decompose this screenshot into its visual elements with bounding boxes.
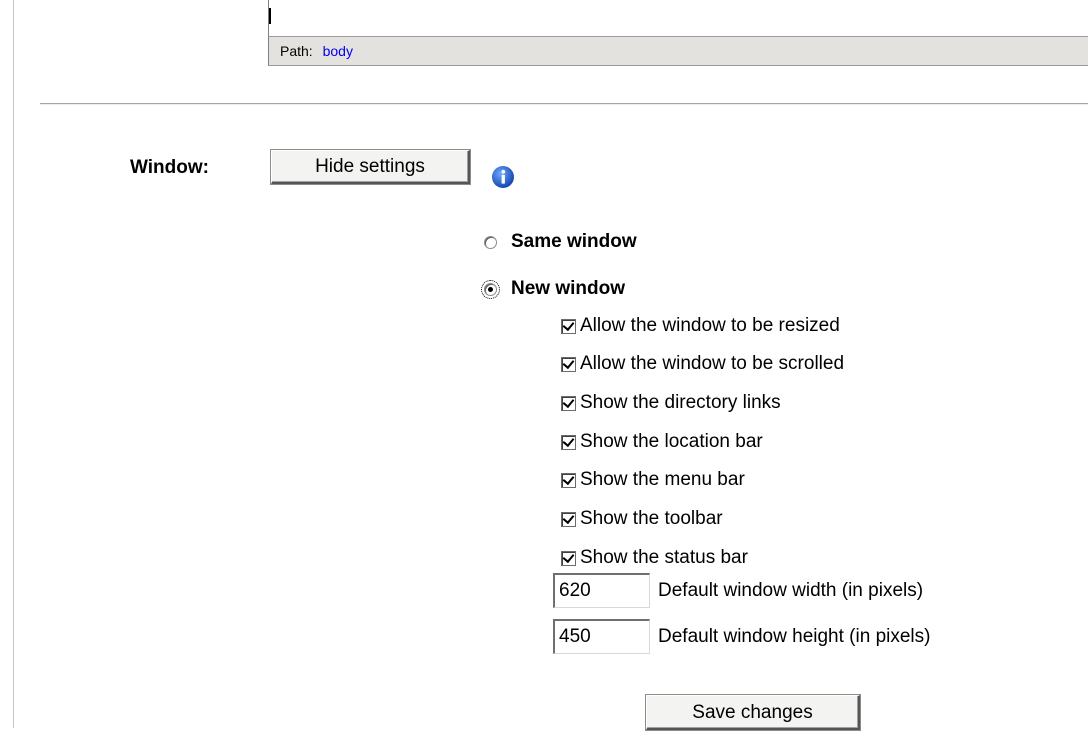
window-height-label: Default window height (in pixels): [658, 625, 931, 647]
save-changes-button[interactable]: Save changes: [646, 695, 860, 730]
window-width-row: Default window width (in pixels): [553, 573, 923, 608]
resize-label: Allow the window to be resized: [580, 315, 840, 336]
location-bar-label: Show the location bar: [580, 431, 763, 452]
path-body-link[interactable]: body: [323, 43, 353, 59]
same-window-label: Same window: [511, 231, 637, 252]
info-icon[interactable]: [491, 165, 515, 189]
toolbar-checkbox[interactable]: [561, 511, 576, 527]
status-bar-checkbox[interactable]: [561, 550, 576, 566]
page-left-border: [13, 0, 14, 728]
window-height-row: Default window height (in pixels): [553, 619, 930, 654]
window-width-input[interactable]: [553, 573, 650, 608]
window-height-input[interactable]: [553, 619, 650, 654]
editor-path-bar: Path: body: [268, 36, 1088, 66]
menu-bar-checkbox[interactable]: [561, 472, 576, 488]
scroll-label: Allow the window to be scrolled: [580, 353, 845, 374]
option-location-bar[interactable]: Show the location bar: [561, 429, 763, 455]
editor-content-area[interactable]: [268, 0, 1088, 36]
hide-settings-button[interactable]: Hide settings: [271, 150, 470, 184]
resize-checkbox[interactable]: [561, 318, 576, 334]
option-directory-links[interactable]: Show the directory links: [561, 390, 781, 416]
window-width-label: Default window width (in pixels): [658, 579, 924, 601]
option-menu-bar[interactable]: Show the menu bar: [561, 467, 745, 493]
directory-links-label: Show the directory links: [580, 392, 781, 413]
menu-bar-label: Show the menu bar: [580, 469, 745, 490]
status-bar-label: Show the status bar: [580, 547, 748, 568]
toolbar-label: Show the toolbar: [580, 508, 723, 529]
option-status-bar[interactable]: Show the status bar: [561, 545, 748, 571]
same-window-option[interactable]: Same window: [484, 231, 637, 253]
option-resize[interactable]: Allow the window to be resized: [561, 313, 840, 339]
text-cursor: [269, 8, 271, 24]
window-setting-label: Window:: [130, 157, 209, 178]
new-window-option[interactable]: New window: [481, 278, 625, 300]
new-window-radio[interactable]: [481, 279, 500, 299]
path-label: Path:: [280, 43, 313, 59]
location-bar-checkbox[interactable]: [561, 434, 576, 450]
option-toolbar[interactable]: Show the toolbar: [561, 506, 723, 532]
same-window-radio[interactable]: [484, 235, 497, 249]
directory-links-checkbox[interactable]: [561, 395, 576, 411]
option-scroll[interactable]: Allow the window to be scrolled: [561, 351, 844, 377]
section-divider: [40, 103, 1088, 105]
new-window-label: New window: [511, 278, 625, 299]
scroll-checkbox[interactable]: [561, 356, 576, 372]
